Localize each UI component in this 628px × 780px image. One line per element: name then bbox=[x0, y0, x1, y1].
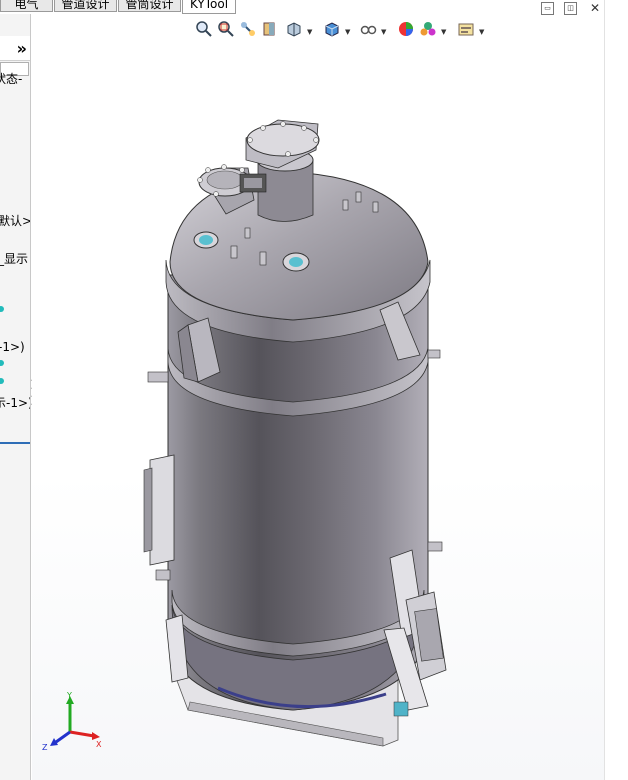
tree-item-component-1[interactable]: -1>) bbox=[0, 340, 25, 354]
tree-item-state[interactable]: 状态- bbox=[0, 70, 22, 87]
tab-kytool[interactable]: KYTool bbox=[182, 0, 236, 14]
tab-tubing[interactable]: 管筒设计 bbox=[118, 0, 181, 12]
triad-x-label: X bbox=[96, 740, 102, 749]
tile-icon[interactable]: ◫ bbox=[564, 2, 577, 15]
edit-appearance-icon[interactable] bbox=[397, 20, 415, 38]
triad-z-label: Z bbox=[42, 743, 48, 752]
tree-item-component-2[interactable]: 示-1>) bbox=[0, 394, 30, 411]
triad-y-label: Y bbox=[66, 691, 72, 700]
chevron-down-icon[interactable]: ▼ bbox=[307, 28, 312, 36]
tab-electrical[interactable]: 电气 bbox=[0, 0, 53, 12]
close-icon[interactable]: ✕ bbox=[590, 1, 600, 15]
display-style-icon[interactable] bbox=[323, 20, 341, 38]
hide-show-items-icon[interactable] bbox=[359, 20, 377, 38]
tree-node-icon bbox=[0, 306, 4, 312]
reference-triad: Y X Z bbox=[42, 691, 102, 752]
chevron-down-icon[interactable]: ▼ bbox=[345, 28, 350, 36]
restore-icon[interactable]: ▭ bbox=[541, 2, 554, 15]
previous-view-icon[interactable] bbox=[239, 20, 257, 38]
feature-manager-panel: » 状态- 默认> _显示 -1>) 示-1>) bbox=[0, 14, 31, 780]
tree-node-icon bbox=[0, 378, 4, 384]
tab-piping[interactable]: 管道设计 bbox=[54, 0, 117, 12]
reactor-vessel-model[interactable] bbox=[128, 110, 458, 750]
chevron-double-right-icon: » bbox=[16, 39, 27, 58]
zoom-to-fit-icon[interactable] bbox=[195, 20, 213, 38]
command-manager-tabs: 电气 管道设计 管筒设计 KYTool bbox=[0, 0, 240, 14]
chevron-down-icon[interactable]: ▼ bbox=[441, 28, 446, 36]
heads-up-view-toolbar: ▼ ▼ ▼ ▼ ▼ bbox=[195, 20, 495, 40]
tree-node-icon bbox=[0, 360, 4, 366]
view-orientation-icon[interactable] bbox=[285, 20, 303, 38]
apply-scene-icon[interactable] bbox=[419, 20, 437, 38]
zoom-to-area-icon[interactable] bbox=[217, 20, 235, 38]
chevron-down-icon[interactable]: ▼ bbox=[381, 28, 386, 36]
task-pane-edge bbox=[604, 0, 628, 780]
chevron-down-icon[interactable]: ▼ bbox=[479, 28, 484, 36]
view-settings-icon[interactable] bbox=[457, 20, 475, 38]
tree-item-default[interactable]: 默认> bbox=[0, 212, 30, 229]
section-view-icon[interactable] bbox=[261, 20, 279, 38]
panel-divider bbox=[0, 442, 30, 444]
tree-item-display[interactable]: _显示 bbox=[0, 250, 28, 267]
expand-panel-button[interactable]: » bbox=[0, 36, 30, 61]
